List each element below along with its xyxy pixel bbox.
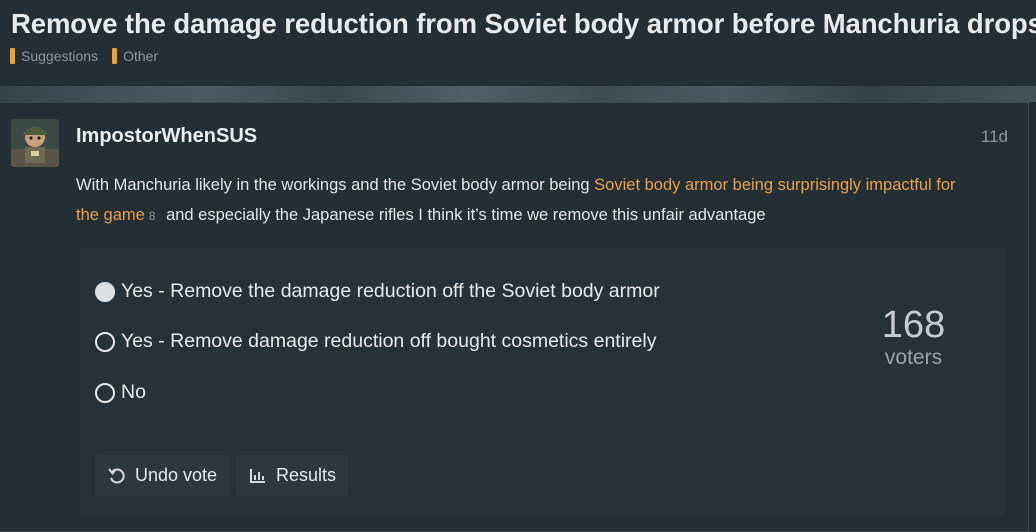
undo-vote-label: Undo vote <box>135 465 218 485</box>
poll-option-2[interactable]: Yes - Remove damage reduction off bought… <box>95 330 656 353</box>
post-date[interactable]: 11d <box>981 127 1008 147</box>
results-label: Results <box>276 465 337 485</box>
poll-option-label: No <box>121 381 146 403</box>
post-text: and especially the Japanese rifles I thi… <box>161 206 766 224</box>
radio-unselected-icon[interactable] <box>95 382 115 403</box>
radio-selected-icon[interactable] <box>95 281 115 302</box>
category-color-swatch <box>112 48 118 64</box>
radio-unselected-icon[interactable] <box>95 331 115 352</box>
avatar[interactable] <box>11 119 59 167</box>
undo-vote-button[interactable]: Undo vote <box>95 455 230 496</box>
poll-option-1[interactable]: Yes - Remove the damage reduction off th… <box>95 280 660 303</box>
tag-suggestions[interactable]: Suggestions <box>10 48 98 64</box>
poll-option-label: Yes - Remove the damage reduction off th… <box>121 280 660 302</box>
link-click-count: 8 <box>148 209 156 223</box>
post-text: With Manchuria likely in the workings an… <box>76 176 595 194</box>
category-color-swatch <box>10 48 15 64</box>
topic-title[interactable]: Remove the damage reduction from Soviet … <box>11 8 1036 40</box>
undo-icon <box>108 467 125 483</box>
topic-header: Remove the damage reduction from Soviet … <box>0 0 1036 86</box>
poll-option-3[interactable]: No <box>95 381 146 404</box>
header-banner-image <box>0 86 1036 102</box>
tag-label: Other <box>123 48 159 64</box>
poll-voter-count: 168 <box>881 304 946 346</box>
post-author-username[interactable]: ImpostorWhenSUS <box>76 125 257 148</box>
post-body: With Manchuria likely in the workings an… <box>76 170 976 231</box>
tag-other[interactable]: Other <box>112 48 158 64</box>
results-button[interactable]: Results <box>236 455 349 496</box>
poll-voters-label: voters <box>884 346 943 369</box>
bar-chart-icon <box>250 468 265 483</box>
topic-tags: Suggestions Other <box>10 48 158 64</box>
poll-option-label: Yes - Remove damage reduction off bought… <box>121 330 657 352</box>
tag-label: Suggestions <box>21 48 99 64</box>
